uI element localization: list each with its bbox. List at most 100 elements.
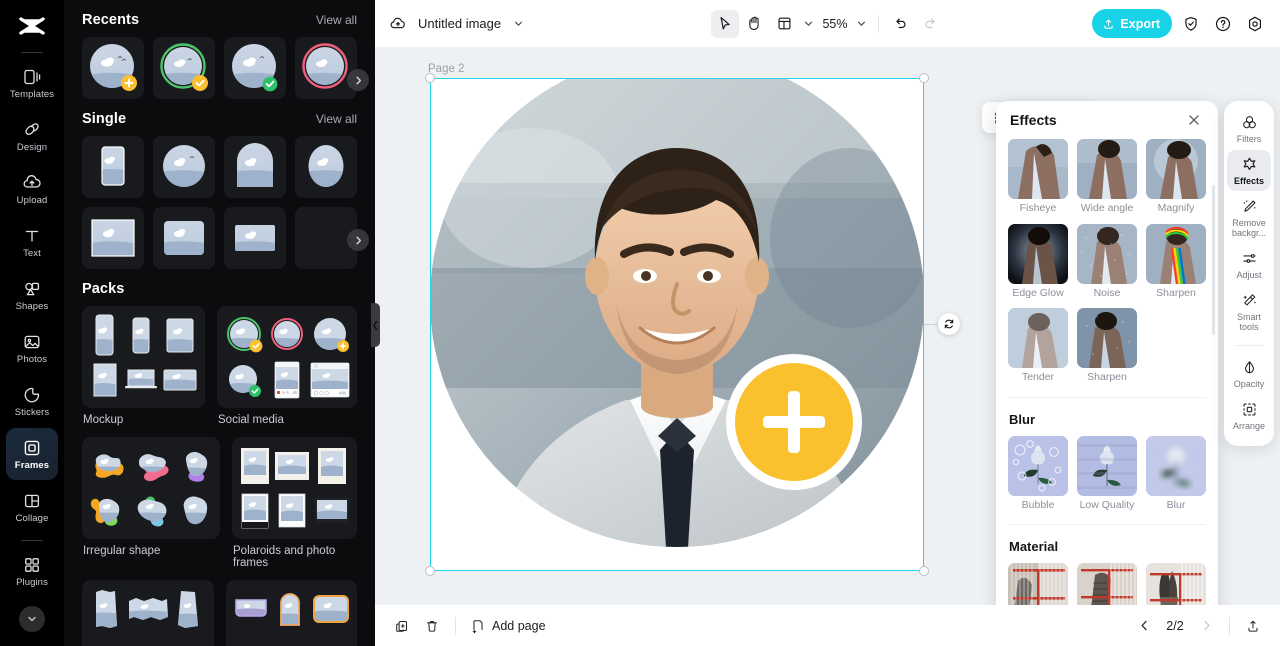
tool-arrange[interactable]: Arrange: [1227, 395, 1271, 436]
effect-item[interactable]: Glass II: [1077, 563, 1137, 605]
sidebar-item-templates[interactable]: Templates: [6, 57, 58, 109]
settings-icon[interactable]: [1242, 11, 1268, 37]
design-icon: [22, 120, 42, 140]
canvas-area[interactable]: Page 2 Effects Fisheye Wide angle Magnif…: [375, 47, 1280, 605]
sidebar-item-collage[interactable]: Collage: [6, 481, 58, 533]
effect-item[interactable]: Noise: [1077, 223, 1137, 300]
tool-adjust[interactable]: Adjust: [1227, 244, 1271, 285]
prev-page-button[interactable]: [1131, 613, 1157, 639]
effect-item[interactable]: Sharpen: [1146, 223, 1206, 300]
pack-torn-paper[interactable]: [82, 580, 214, 646]
frame-thumb[interactable]: [295, 37, 357, 99]
delete-page-button[interactable]: [419, 613, 445, 639]
effect-item[interactable]: Bubble: [1008, 435, 1068, 512]
zoom-chevron-down-icon[interactable]: [854, 11, 870, 37]
sidebar-item-stickers[interactable]: Stickers: [6, 375, 58, 427]
photos-icon: [22, 332, 42, 352]
tool-effects[interactable]: Effects: [1227, 150, 1271, 192]
sidebar-item-text[interactable]: Text: [6, 216, 58, 268]
sidebar-item-photos[interactable]: Photos: [6, 322, 58, 374]
effect-item[interactable]: Low Quality: [1077, 435, 1137, 512]
sidebar-item-design[interactable]: Design: [6, 110, 58, 162]
pack-outline-frames[interactable]: [225, 580, 357, 646]
zoom-level-value[interactable]: 55%: [818, 17, 851, 31]
single-next-arrow[interactable]: [347, 229, 369, 251]
duplicate-page-icon[interactable]: [389, 613, 415, 639]
tool-smart-tools[interactable]: Smart tools: [1227, 286, 1271, 337]
plugins-icon: [22, 555, 42, 575]
frame-thumb[interactable]: [153, 37, 215, 99]
layout-chevron-down-icon[interactable]: [800, 11, 816, 37]
effect-item[interactable]: Glass I: [1008, 563, 1068, 605]
resize-handle-top-left[interactable]: [425, 73, 435, 83]
export-page-button[interactable]: [1240, 613, 1266, 639]
cloud-sync-icon[interactable]: [387, 13, 409, 35]
effect-item[interactable]: Magnify: [1146, 139, 1206, 215]
hand-tool-button[interactable]: [740, 10, 768, 38]
select-tool-button[interactable]: [710, 9, 739, 38]
sidebar-item-frames[interactable]: Frames: [6, 428, 58, 480]
frame-thumb[interactable]: [153, 207, 215, 269]
effect-item[interactable]: Fisheye: [1008, 139, 1068, 215]
bottom-right-group: 2/2: [1131, 613, 1266, 639]
resize-handle-top-right[interactable]: [919, 73, 929, 83]
effect-item[interactable]: Plastic: [1146, 563, 1206, 605]
effects-scrollbar[interactable]: [1212, 185, 1215, 335]
tool-opacity[interactable]: Opacity: [1227, 353, 1271, 394]
view-all-recents[interactable]: View all: [316, 13, 357, 27]
help-circle-icon[interactable]: [1210, 11, 1236, 37]
undo-button[interactable]: [887, 10, 915, 38]
pack-irregular-shape[interactable]: Irregular shape: [82, 437, 220, 569]
shield-check-icon[interactable]: [1178, 11, 1204, 37]
sidebar-item-label: Upload: [16, 194, 48, 206]
frame-thumb[interactable]: [82, 207, 144, 269]
export-button[interactable]: Export: [1092, 9, 1172, 38]
layout-tool-button[interactable]: [770, 10, 798, 38]
document-title[interactable]: Untitled image: [418, 16, 501, 31]
frame-thumb[interactable]: [224, 207, 286, 269]
tool-label: Adjust: [1236, 270, 1262, 281]
pack-mockup[interactable]: Mockup: [82, 306, 205, 426]
view-all-single[interactable]: View all: [316, 112, 357, 126]
toolbar-right-group: Export: [1092, 9, 1268, 38]
effect-item[interactable]: Sharpen: [1077, 308, 1137, 384]
tool-remove-background[interactable]: Remove backgr...: [1227, 192, 1271, 243]
resize-handle-bottom-right[interactable]: [919, 566, 929, 576]
rotate-handle[interactable]: [938, 313, 960, 335]
frame-thumb[interactable]: [82, 136, 144, 198]
effect-item[interactable]: Blur: [1146, 435, 1206, 512]
frame-thumb[interactable]: [224, 37, 286, 99]
pack-polaroids[interactable]: Polaroids and photo frames: [232, 437, 357, 569]
frame-thumb[interactable]: [224, 136, 286, 198]
tool-filters[interactable]: Filters: [1227, 108, 1271, 149]
rail-collapse-button[interactable]: [19, 606, 45, 632]
frame-thumb[interactable]: [153, 136, 215, 198]
artboard[interactable]: [430, 78, 924, 571]
sidebar-item-plugins[interactable]: Plugins: [6, 545, 58, 597]
sidebar-item-upload[interactable]: Upload: [6, 163, 58, 215]
recents-next-arrow[interactable]: [347, 69, 369, 91]
library-collapse-handle[interactable]: [371, 303, 380, 347]
add-page-button[interactable]: Add page: [466, 618, 550, 634]
library-scroll-area[interactable]: Recents View all Single View all Packs M…: [64, 0, 375, 646]
sidebar-item-shapes[interactable]: Shapes: [6, 269, 58, 321]
pack-preview: [217, 306, 357, 408]
effect-item[interactable]: Wide angle: [1077, 139, 1137, 215]
redo-button[interactable]: [917, 10, 945, 38]
effect-label: Sharpen: [1087, 371, 1127, 384]
effect-item[interactable]: Edge Glow: [1008, 223, 1068, 300]
capcut-logo[interactable]: [0, 6, 64, 46]
resize-handle-bottom-left[interactable]: [425, 566, 435, 576]
chevron-down-icon[interactable]: [510, 11, 526, 37]
close-icon[interactable]: [1184, 110, 1204, 130]
frame-thumb[interactable]: [82, 37, 144, 99]
effect-item[interactable]: Tender: [1008, 308, 1068, 384]
next-page-button[interactable]: [1193, 613, 1219, 639]
pack-label: Irregular shape: [83, 545, 161, 557]
frame-thumb[interactable]: [295, 136, 357, 198]
tool-label: Remove backgr...: [1231, 218, 1267, 239]
pack-social-media[interactable]: Social media: [217, 306, 357, 426]
effect-thumbnail: [1146, 139, 1206, 199]
add-media-plus-button[interactable]: [735, 363, 853, 481]
effects-panel-body[interactable]: Fisheye Wide angle Magnify Edge Glow Noi…: [996, 139, 1218, 605]
